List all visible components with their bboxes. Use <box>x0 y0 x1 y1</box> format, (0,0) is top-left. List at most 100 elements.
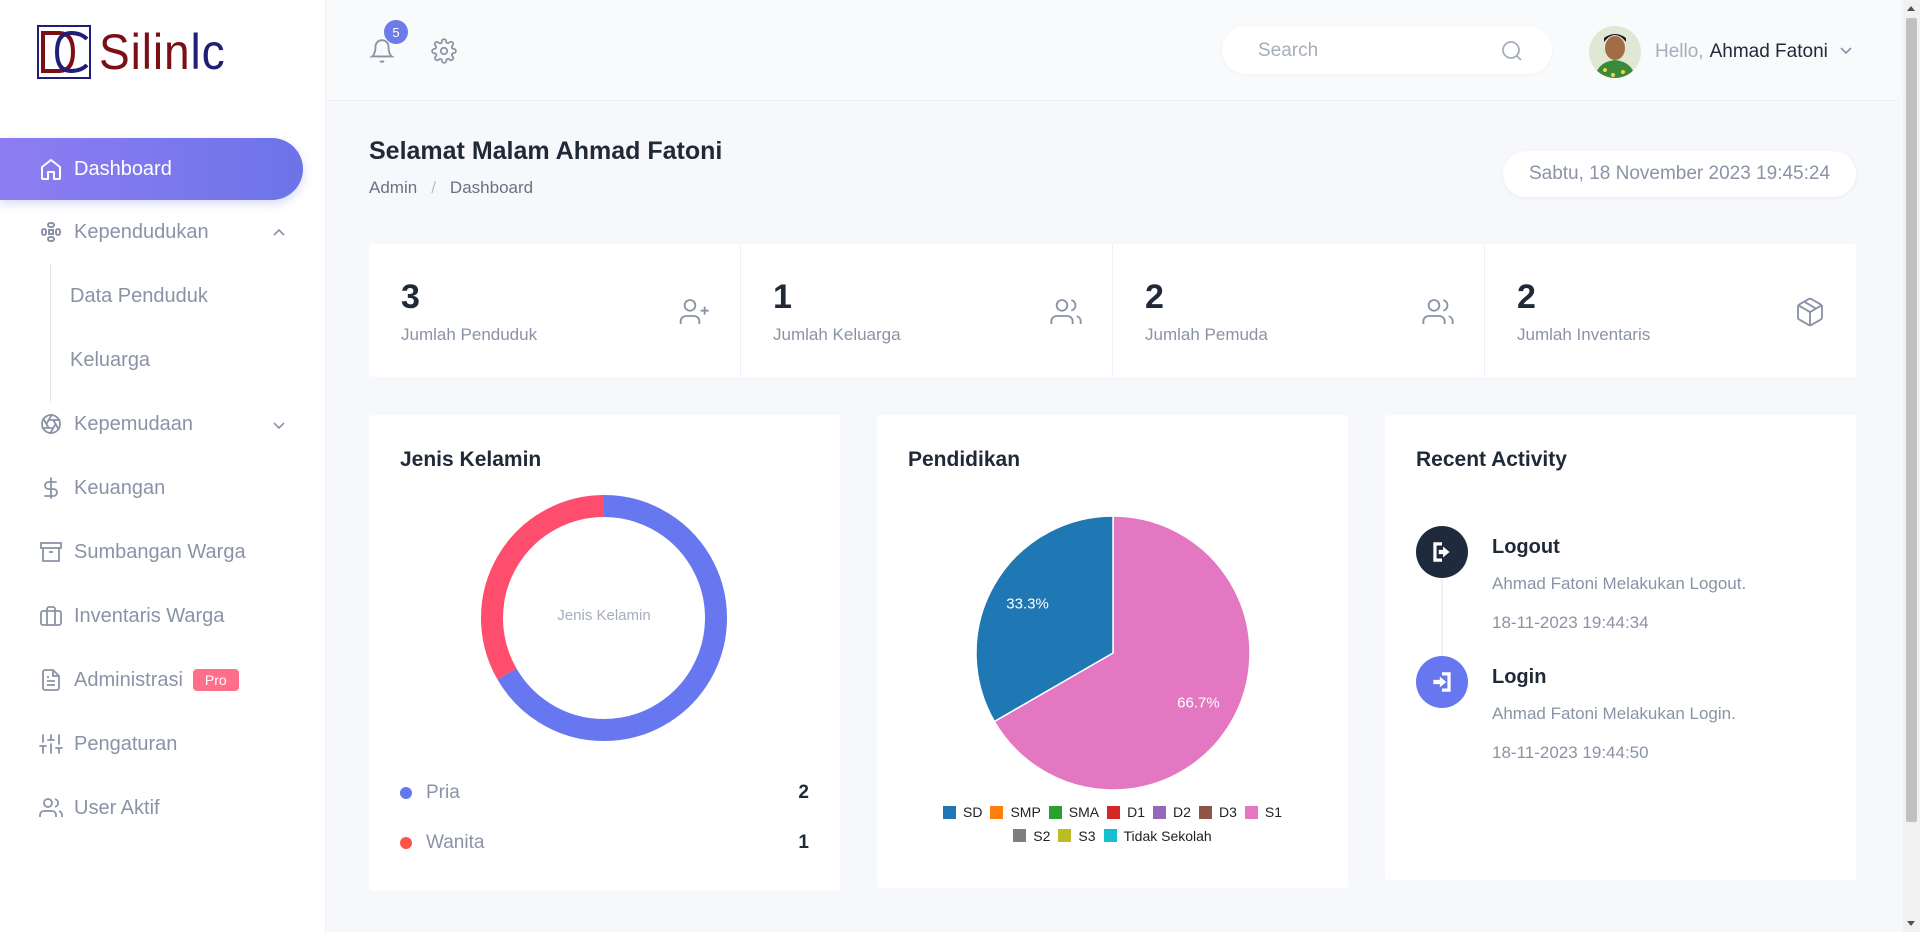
legend-swatch <box>1103 829 1117 842</box>
activity-time: 18-11-2023 19:44:50 <box>1492 743 1649 762</box>
legend-swatch <box>1048 805 1062 819</box>
sidebar-item-sumbangan-warga[interactable]: Sumbangan Warga <box>0 520 325 584</box>
legend-label: Tidak Sekolah <box>1123 827 1212 844</box>
submenu-kependudukan: Data Penduduk Keluarga <box>0 264 325 402</box>
sidebar-item-label: Keuangan <box>74 476 166 499</box>
donut-slice-wanita[interactable] <box>481 495 605 680</box>
sidebar-item-inventaris-warga[interactable]: Inventaris Warga <box>0 584 325 648</box>
legend-label: SMP <box>1010 804 1041 820</box>
avatar <box>1589 26 1641 78</box>
users-icon <box>1050 296 1082 328</box>
stat-card: 2 Jumlah Pemuda <box>1113 244 1485 377</box>
pie-legend-item[interactable]: D2 <box>1153 801 1191 823</box>
brand-logo[interactable]: Silinlc <box>37 22 277 82</box>
scroll-up-arrow[interactable] <box>1907 6 1915 11</box>
pie-legend: SD SMP SMA D1 D2 D3 S1 S2 S3 Tidak Sekolah <box>877 801 1348 848</box>
pie-data-label: 33.3% <box>1006 596 1049 613</box>
pie-legend-item[interactable]: SMP <box>990 801 1041 823</box>
sidebar-item-label: Dashboard <box>74 157 172 180</box>
logout-icon <box>1416 526 1468 578</box>
sidebar-item-dashboard[interactable]: Dashboard <box>0 138 303 200</box>
activity-title: Logout <box>1492 536 1560 558</box>
gear-icon[interactable] <box>431 38 457 64</box>
stat-label: Jumlah Inventaris <box>1517 325 1651 344</box>
legend-label: Pria <box>426 782 460 803</box>
sidebar-item-data-penduduk[interactable]: Data Penduduk <box>0 264 325 328</box>
legend-label: S2 <box>1033 827 1051 844</box>
legend-value: 2 <box>798 782 809 803</box>
card-title: Jenis Kelamin <box>400 448 542 471</box>
legend-label: D1 <box>1127 804 1146 820</box>
pie-legend-item[interactable]: S3 <box>1058 825 1096 847</box>
sidebar-item-administrasi[interactable]: Administrasi Pro <box>0 648 325 712</box>
logo-text: Silinlc <box>99 24 226 80</box>
sidebar-nav: Dashboard Kependudukan Data Penduduk Kel… <box>0 138 325 840</box>
search-box <box>1222 26 1552 74</box>
legend-dot <box>400 787 412 799</box>
home-icon <box>38 156 64 182</box>
sidebar-item-label: User Aktif <box>74 796 160 819</box>
sidebar-item-label: Kependudukan <box>74 220 209 243</box>
stats-row: 3 Jumlah Penduduk 1 Jumlah Keluarga 2 Ju… <box>369 244 1856 377</box>
pie-legend-item[interactable]: S2 <box>1013 825 1050 847</box>
search-input[interactable] <box>1256 36 1500 66</box>
users-icon <box>38 795 64 821</box>
scrollbar-thumb[interactable] <box>1906 18 1917 822</box>
breadcrumb: Admin / Dashboard <box>369 178 533 198</box>
activity-desc: Ahmad Fatoni Melakukan Logout. <box>1492 574 1747 593</box>
education-card: Pendidikan 66.7% 33.3% SD SMP SMA D1 D2 D3 S1 S2… <box>877 415 1348 888</box>
pie-legend-item[interactable]: SMA <box>1048 801 1099 823</box>
stat-label: Jumlah Keluarga <box>773 325 901 344</box>
chevron-down-icon <box>271 416 287 432</box>
gender-card: Jenis Kelamin Jenis Kelamin Pria 2 Wanit… <box>369 415 840 891</box>
legend-swatch <box>1153 805 1167 819</box>
stat-value: 2 <box>1517 278 1536 316</box>
legend-label: D2 <box>1173 804 1191 820</box>
breadcrumb-item[interactable]: Admin <box>369 178 417 198</box>
legend-value: 1 <box>798 832 809 853</box>
activity-card: Recent Activity Logout Ahmad Fatoni Mela… <box>1385 415 1856 880</box>
pie-legend-item[interactable]: SD <box>943 801 982 823</box>
user-plus-icon <box>678 296 710 328</box>
legend-label: SD <box>963 804 983 820</box>
sidebar-item-kependudukan[interactable]: Kependudukan <box>0 200 325 264</box>
legend-label: Wanita <box>426 832 485 853</box>
sidebar-item-keluarga[interactable]: Keluarga <box>0 328 325 392</box>
pie-legend-item[interactable]: D3 <box>1198 801 1237 823</box>
grid-icon <box>38 219 64 245</box>
breadcrumb-item: Dashboard <box>449 178 534 197</box>
sidebar-item-label: Pengaturan <box>74 732 178 755</box>
briefcase-icon <box>38 603 64 629</box>
scroll-down-arrow[interactable] <box>1907 921 1915 926</box>
notification-count-badge: 5 <box>384 20 408 44</box>
stat-label: Jumlah Penduduk <box>401 325 538 344</box>
stat-value: 2 <box>1145 278 1164 316</box>
stat-label: Jumlah Pemuda <box>1145 325 1268 344</box>
donut-center-label: Jenis Kelamin <box>557 607 651 624</box>
legend-label: D3 <box>1218 804 1237 820</box>
datetime-display: Sabtu, 18 November 2023 19:45:24 <box>1503 151 1856 197</box>
stat-card: 2 Jumlah Inventaris <box>1485 244 1856 377</box>
sidebar-item-keuangan[interactable]: Keuangan <box>0 456 325 520</box>
dollar-icon <box>38 475 64 501</box>
pie-legend-item[interactable]: Tidak Sekolah <box>1103 825 1212 847</box>
pie-legend-item[interactable]: S1 <box>1244 801 1282 823</box>
legend-row: Wanita 1 <box>400 828 809 858</box>
login-icon <box>1416 656 1468 708</box>
page-title: Selamat Malam Ahmad Fatoni <box>369 137 723 165</box>
sidebar-item-label: Sumbangan Warga <box>74 540 246 563</box>
activity-time: 18-11-2023 19:44:34 <box>1492 613 1649 632</box>
scrollbar[interactable] <box>1903 0 1920 932</box>
activity-desc: Ahmad Fatoni Melakukan Login. <box>1492 704 1736 723</box>
sidebar-item-kepemudaan[interactable]: Kepemudaan <box>0 392 325 456</box>
legend-swatch <box>1107 805 1121 819</box>
sidebar-item-user-aktif[interactable]: User Aktif <box>0 776 325 840</box>
legend-swatch <box>1244 805 1258 819</box>
user-name: Ahmad Fatoni <box>1709 41 1828 62</box>
sidebar-item-pengaturan[interactable]: Pengaturan <box>0 712 325 776</box>
pie-legend-item[interactable]: D1 <box>1107 801 1145 823</box>
legend-row: Pria 2 <box>400 778 809 808</box>
legend-label: S1 <box>1264 804 1282 820</box>
search-icon[interactable] <box>1500 39 1524 63</box>
user-menu[interactable]: Hello, Ahmad Fatoni <box>1589 26 1854 78</box>
